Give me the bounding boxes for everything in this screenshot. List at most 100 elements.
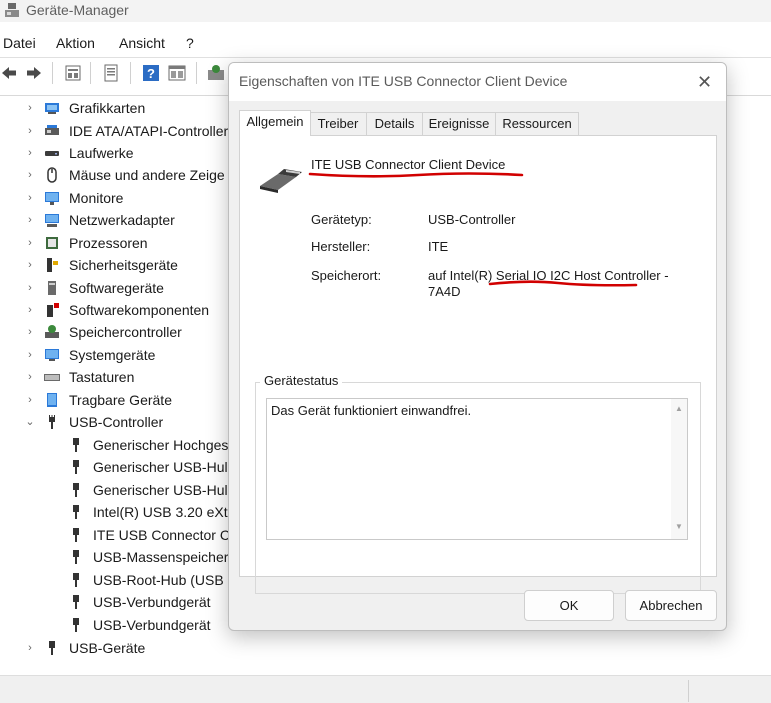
system-device-icon <box>45 349 59 361</box>
tree-item-laufwerke[interactable]: › Laufwerke <box>0 142 230 164</box>
tree-item-usb-child[interactable]: USB-Verbundgerät <box>0 614 228 636</box>
tree-item-softwarekomponenten[interactable]: › Softwarekomponenten <box>0 299 230 321</box>
chevron-right-icon[interactable]: › <box>24 344 36 366</box>
tree-item-usb-controller[interactable]: ⌄ USB-Controller <box>0 411 230 433</box>
processor-icon <box>46 237 58 249</box>
chevron-right-icon[interactable]: › <box>24 366 36 388</box>
chevron-right-icon[interactable]: › <box>24 389 36 411</box>
toolbar-separator <box>196 62 197 84</box>
tree-item-systemgeraete[interactable]: › Systemgeräte <box>0 344 230 366</box>
toolbar-separator <box>90 62 91 84</box>
keyboard-icon <box>44 374 60 381</box>
status-bar <box>0 675 771 703</box>
tree-item-usb-child[interactable]: Generischer USB-Hul <box>0 479 228 501</box>
tree-item-ide-ata[interactable]: › IDE ATA/ATAPI-Controller <box>0 120 230 142</box>
ok-button[interactable]: OK <box>524 590 614 621</box>
tab-ressourcen[interactable]: Ressourcen <box>495 112 579 135</box>
usb-plug-icon <box>73 460 79 474</box>
chevron-right-icon[interactable]: › <box>24 97 36 119</box>
menu-ansicht[interactable]: Ansicht <box>119 32 165 54</box>
usb-plug-icon <box>73 528 79 542</box>
title-bar: Geräte-Manager <box>0 0 771 22</box>
tree-item-grafikkarten[interactable]: › Grafikkarten <box>0 97 230 119</box>
back-arrow-icon[interactable] <box>0 64 18 82</box>
toolbar-separator <box>130 62 131 84</box>
prop-value-geraetetyp: USB-Controller <box>428 212 516 227</box>
tree-item-tastaturen[interactable]: › Tastaturen <box>0 366 230 388</box>
toolbar-separator <box>52 62 53 84</box>
cancel-button[interactable]: Abbrechen <box>625 590 717 621</box>
view-panel-icon[interactable] <box>168 64 186 82</box>
prop-label-speicherort: Speicherort: <box>311 268 382 283</box>
chevron-right-icon[interactable]: › <box>24 120 36 142</box>
window-title: Geräte-Manager <box>26 2 129 18</box>
tree-item-prozessoren[interactable]: › Prozessoren <box>0 232 230 254</box>
dialog-title: Eigenschaften von ITE USB Connector Clie… <box>239 73 568 89</box>
red-annotation-underline <box>308 172 524 178</box>
usb-plug-icon <box>73 550 79 564</box>
tree-item-usb-geraete[interactable]: › USB-Geräte <box>0 637 230 659</box>
tree-item-usb-child[interactable]: USB-Verbundgerät <box>0 591 228 613</box>
svg-text:?: ? <box>147 66 155 81</box>
scroll-down-icon[interactable]: ▼ <box>671 519 687 535</box>
storage-controller-icon <box>45 325 59 338</box>
tree-item-usb-child[interactable]: Generischer Hochges <box>0 434 228 456</box>
tab-treiber[interactable]: Treiber <box>309 112 367 135</box>
tree-item-speichercontroller[interactable]: › Speichercontroller <box>0 321 230 343</box>
chevron-right-icon[interactable]: › <box>24 142 36 164</box>
device-manager-icon <box>5 3 19 17</box>
chevron-right-icon[interactable]: › <box>24 164 36 186</box>
usb-plug-icon <box>73 618 79 632</box>
chevron-right-icon[interactable]: › <box>24 254 36 276</box>
menu-aktion[interactable]: Aktion <box>56 32 95 54</box>
usb-plug-icon <box>73 505 79 519</box>
tab-panel-allgemein: ITE USB Connector Client Device Gerätety… <box>239 135 717 594</box>
tree-item-usb-child[interactable]: Intel(R) USB 3.20 eXte <box>0 501 228 523</box>
tree-item-usb-child[interactable]: USB-Root-Hub (USB <box>0 569 228 591</box>
tree-item-netzwerkadapter[interactable]: › Netzwerkadapter <box>0 209 230 231</box>
chevron-right-icon[interactable]: › <box>24 277 36 299</box>
scan-hardware-icon[interactable] <box>207 64 225 82</box>
usb-plug-icon <box>49 641 55 655</box>
document-icon[interactable] <box>102 64 120 82</box>
chevron-right-icon[interactable]: › <box>24 187 36 209</box>
chevron-right-icon[interactable]: › <box>24 209 36 231</box>
dialog-title-bar[interactable]: Eigenschaften von ITE USB Connector Clie… <box>229 63 726 101</box>
display-adapter-icon <box>45 103 59 114</box>
tab-details[interactable]: Details <box>366 112 423 135</box>
help-icon[interactable]: ? <box>142 64 160 82</box>
status-bar-separator <box>688 680 689 702</box>
chevron-right-icon[interactable]: › <box>24 637 36 659</box>
close-icon[interactable]: ✕ <box>683 63 726 101</box>
tree-item-usb-child[interactable]: Generischer USB-Hul <box>0 456 228 478</box>
menu-help[interactable]: ? <box>186 32 194 54</box>
tree-item-usb-child[interactable]: USB-Massenspeicher <box>0 546 228 568</box>
device-status-textbox[interactable]: Das Gerät funktioniert einwandfrei. ▲ ▼ <box>266 398 688 540</box>
tree-item-tragbare-geraete[interactable]: › Tragbare Geräte <box>0 389 230 411</box>
network-adapter-icon <box>45 214 59 227</box>
tree-item-monitore[interactable]: › Monitore <box>0 187 230 209</box>
forward-arrow-icon[interactable] <box>25 64 43 82</box>
chevron-right-icon[interactable]: › <box>24 321 36 343</box>
vertical-scrollbar[interactable]: ▲ ▼ <box>671 399 687 539</box>
chevron-down-icon[interactable]: ⌄ <box>24 411 36 433</box>
tree-item-sicherheitsgeraete[interactable]: › Sicherheitsgeräte <box>0 254 230 276</box>
red-annotation-underline <box>488 280 638 287</box>
menu-datei[interactable]: Datei <box>3 32 36 54</box>
usb-plug-icon <box>49 415 55 429</box>
software-component-icon <box>47 303 59 317</box>
tree-item-softwaregeraete[interactable]: › Softwaregeräte <box>0 277 230 299</box>
prop-label-hersteller: Hersteller: <box>311 239 371 254</box>
chevron-right-icon[interactable]: › <box>24 299 36 321</box>
tab-allgemein[interactable]: Allgemein <box>239 110 311 136</box>
tree-item-usb-child[interactable]: ITE USB Connector C <box>0 524 228 546</box>
drive-icon <box>45 151 59 156</box>
device-status-text: Das Gerät funktioniert einwandfrei. <box>271 403 472 418</box>
chevron-right-icon[interactable]: › <box>24 232 36 254</box>
tree-item-maeuse[interactable]: › Mäuse und andere Zeige <box>0 164 230 186</box>
usb-plug-icon <box>73 573 79 587</box>
scroll-up-icon[interactable]: ▲ <box>671 401 687 417</box>
properties-dialog: Eigenschaften von ITE USB Connector Clie… <box>228 62 727 631</box>
tab-ereignisse[interactable]: Ereignisse <box>422 112 496 135</box>
properties-sheet-icon[interactable] <box>64 64 82 82</box>
